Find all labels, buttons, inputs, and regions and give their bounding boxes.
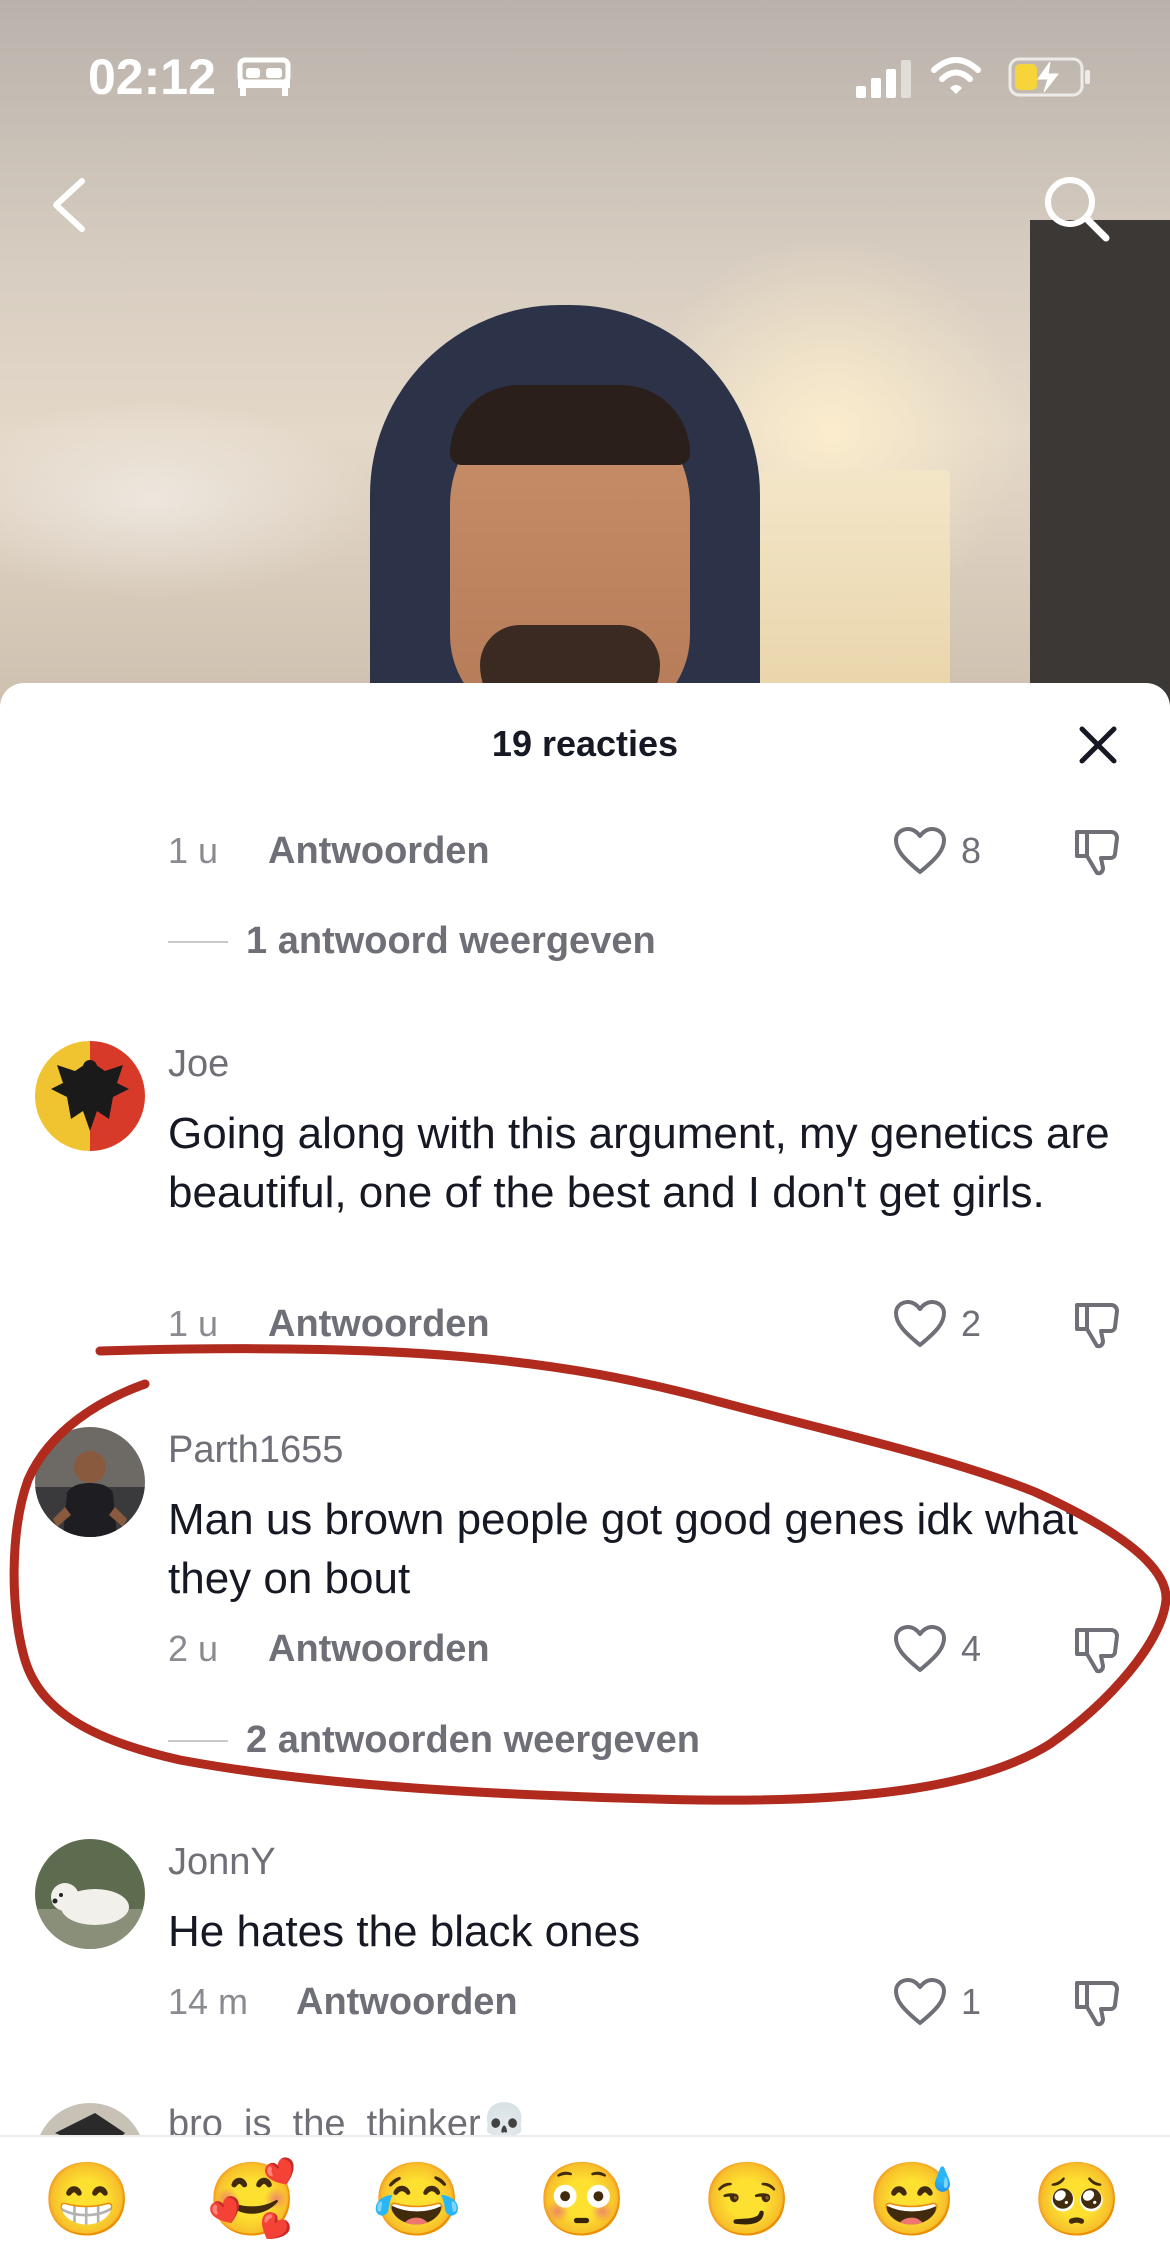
person-hair	[450, 385, 690, 465]
comments-sheet: 19 reacties 1 u Antwoorden 8 1 antwoord …	[0, 683, 1170, 2255]
dog-photo-avatar-icon	[35, 1839, 145, 1949]
emoji-flushed-button[interactable]: 😳	[537, 2155, 627, 2245]
eagle-crest-avatar-icon	[35, 1041, 145, 1151]
wifi-icon	[931, 57, 981, 94]
heart-icon	[894, 827, 946, 874]
comment-time: 14 m	[168, 1981, 249, 2022]
comment-time: 1 u	[168, 1303, 219, 1344]
emoji-sweat-smile-button[interactable]: 😅	[867, 2155, 957, 2245]
heart-icon	[894, 1625, 946, 1672]
emoji-grin-button[interactable]: 😁	[42, 2155, 132, 2245]
avatar[interactable]	[35, 1839, 145, 1949]
comment-meta-row: 1 u Antwoorden 8	[168, 826, 1170, 876]
comment-meta-row: 14 m Antwoorden 1	[168, 1977, 1170, 2027]
comment-time: 2 u	[168, 1628, 219, 1669]
status-bar: 02:12	[0, 0, 1170, 150]
comment-text: Going along with this argument, my genet…	[168, 1109, 1110, 1217]
view-replies-label: 2 antwoorden weergeven	[246, 1719, 701, 1761]
comment-meta-row: 2 u Antwoorden 4	[168, 1624, 1170, 1674]
signal-icon	[856, 60, 911, 98]
comment-username[interactable]: Joe	[168, 1040, 229, 1088]
heart-icon	[894, 1978, 946, 2025]
wall-art	[0, 400, 380, 600]
reply-button[interactable]: Antwoorden	[268, 826, 490, 876]
emoji-pleading-button[interactable]: 🥺	[1032, 2155, 1122, 2245]
comments-count-title: 19 reacties	[491, 723, 679, 764]
reply-button[interactable]: Antwoorden	[268, 1299, 490, 1349]
battery-charging-icon	[1008, 57, 1090, 97]
emoji-smirk-button[interactable]: 😏	[702, 2155, 792, 2245]
bed-icon	[237, 57, 291, 96]
like-count: 4	[961, 1628, 982, 1669]
dislike-icon[interactable]	[1071, 1299, 1123, 1351]
close-icon[interactable]	[1078, 725, 1118, 765]
avatar[interactable]	[35, 1041, 145, 1151]
cabinet	[1030, 220, 1170, 720]
chevron-left-icon[interactable]	[44, 175, 94, 235]
comment-text: Man us brown people got good genes idk w…	[168, 1495, 1078, 1603]
comment-username[interactable]: JonnY	[168, 1838, 276, 1886]
emoji-hearts-button[interactable]: 🥰	[207, 2155, 297, 2245]
status-time: 02:12	[88, 49, 216, 105]
emoji-bar: 😁 🥰 😂 😳 😏 😅 🥺	[0, 2135, 1170, 2255]
dislike-icon[interactable]	[1071, 1624, 1123, 1676]
person-photo-avatar-icon	[35, 1427, 145, 1537]
comment-time: 1 u	[168, 830, 219, 871]
reply-button[interactable]: Antwoorden	[296, 1977, 518, 2027]
replies-divider-line	[168, 941, 228, 943]
avatar[interactable]	[35, 1427, 145, 1537]
search-icon[interactable]	[1040, 172, 1112, 244]
replies-divider-line	[168, 1740, 228, 1742]
heart-icon	[894, 1300, 946, 1347]
dislike-icon[interactable]	[1071, 1977, 1123, 2029]
comment-username[interactable]: Parth1655	[168, 1426, 343, 1474]
comment-meta-row: 1 u Antwoorden 2	[168, 1299, 1170, 1349]
reply-button[interactable]: Antwoorden	[268, 1624, 490, 1674]
like-count: 1	[961, 1981, 982, 2022]
like-count: 8	[961, 830, 982, 871]
dislike-icon[interactable]	[1071, 826, 1123, 878]
like-count: 2	[961, 1303, 982, 1344]
comment-text: He hates the black ones	[168, 1907, 641, 1956]
view-replies-label: 1 antwoord weergeven	[246, 920, 656, 962]
emoji-laugh-button[interactable]: 😂	[372, 2155, 462, 2245]
